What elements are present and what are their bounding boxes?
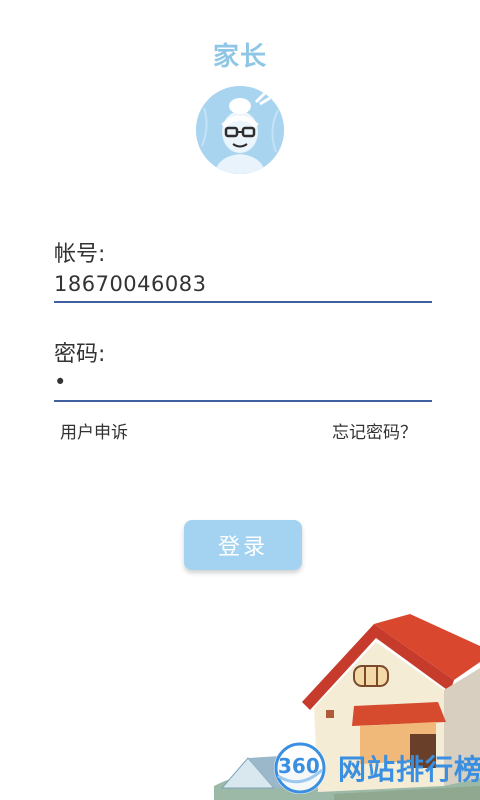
watermark-logo-text: 360 (278, 754, 320, 778)
account-input[interactable]: 18670046083 (54, 272, 206, 296)
watermark: 360 网站排行榜 (272, 740, 480, 800)
user-appeal-link[interactable]: 用户申诉 (60, 418, 128, 443)
password-input[interactable]: • (54, 370, 67, 394)
password-input-underline (54, 400, 432, 402)
account-label: 帐号: (54, 242, 106, 267)
page-title: 家长 (212, 42, 267, 72)
login-button[interactable]: 登录 (184, 520, 302, 570)
watermark-text: 网站排行榜 (338, 753, 480, 786)
password-label: 密码: (54, 342, 106, 367)
account-input-underline (54, 301, 432, 303)
avatar-illustration-icon (196, 86, 284, 174)
forgot-password-link[interactable]: 忘记密码？ (332, 418, 417, 443)
user-avatar (196, 86, 284, 174)
